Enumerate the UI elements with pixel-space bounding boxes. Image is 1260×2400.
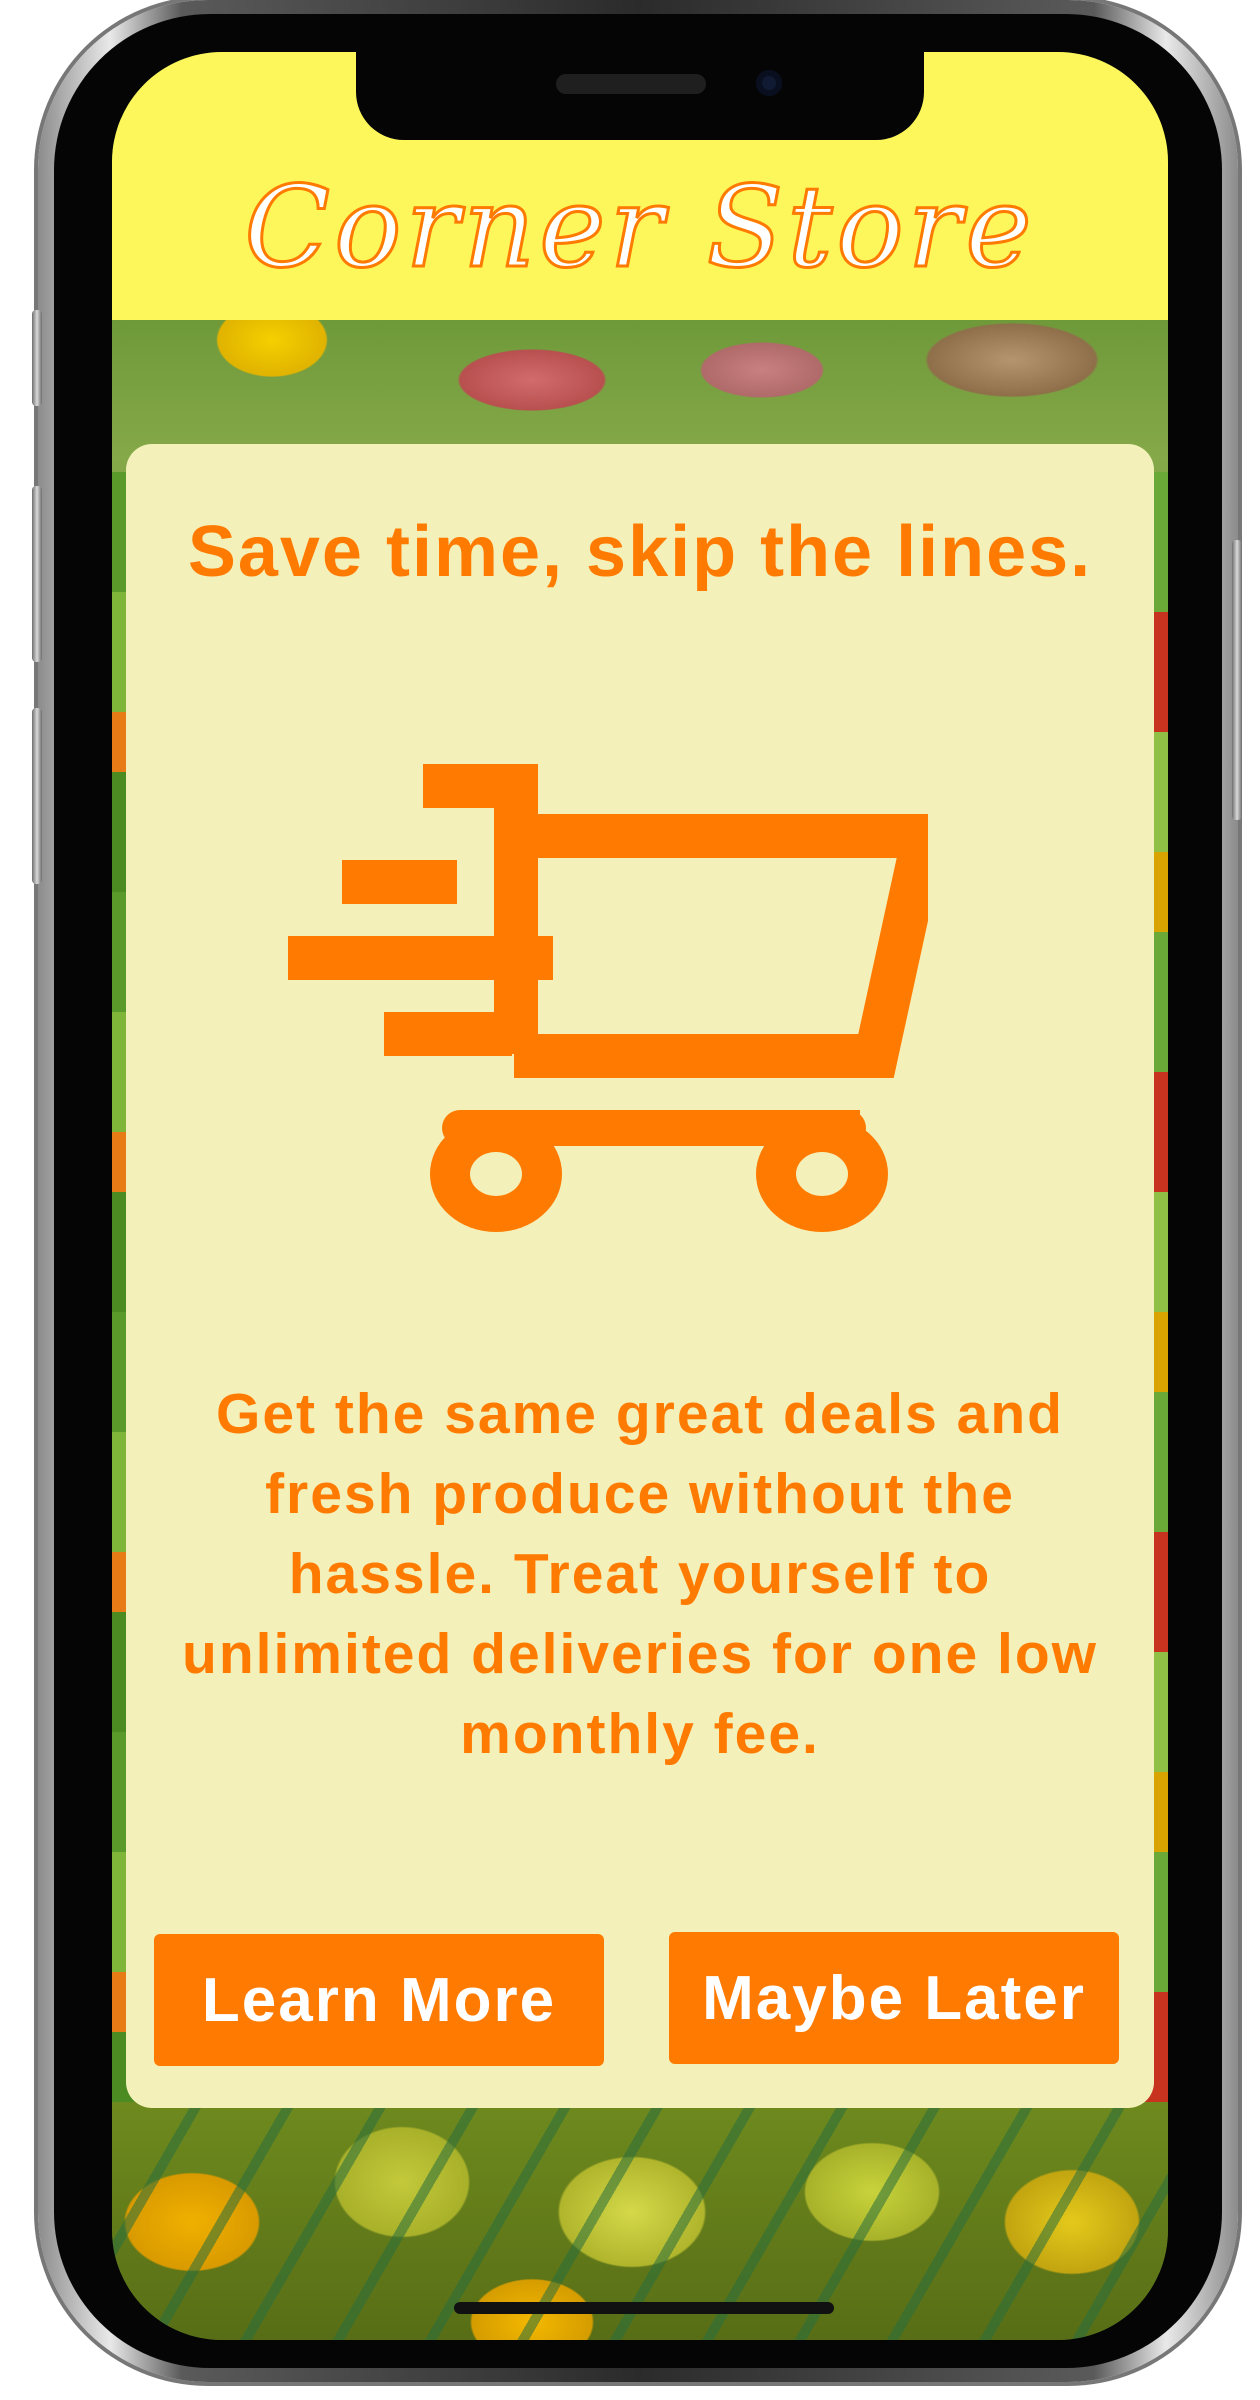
maybe-later-button[interactable]: Maybe Later [669,1932,1119,2064]
volume-up-button [32,310,42,406]
learn-more-button[interactable]: Learn More [154,1934,604,2066]
volume-down-button [32,486,42,662]
promo-description: Get the same great deals and fresh produ… [182,1382,1098,1766]
power-button [1232,540,1242,820]
promo-headline: Save time, skip the lines. [187,512,1093,592]
brand-title: Corner Store [243,163,1036,293]
fast-shopping-cart-icon [288,764,928,1232]
device-mockup: Corner Store Save time, skip the lines. [0,0,1260,2400]
earpiece-speaker [556,74,706,94]
phone-notch [356,52,924,140]
mute-switch [32,708,42,884]
app-screen: Corner Store Save time, skip the lines. [112,52,1168,2340]
front-camera [756,70,782,96]
home-indicator[interactable] [454,2302,834,2314]
promo-card: Save time, skip the lines. Get the same … [126,444,1154,2108]
